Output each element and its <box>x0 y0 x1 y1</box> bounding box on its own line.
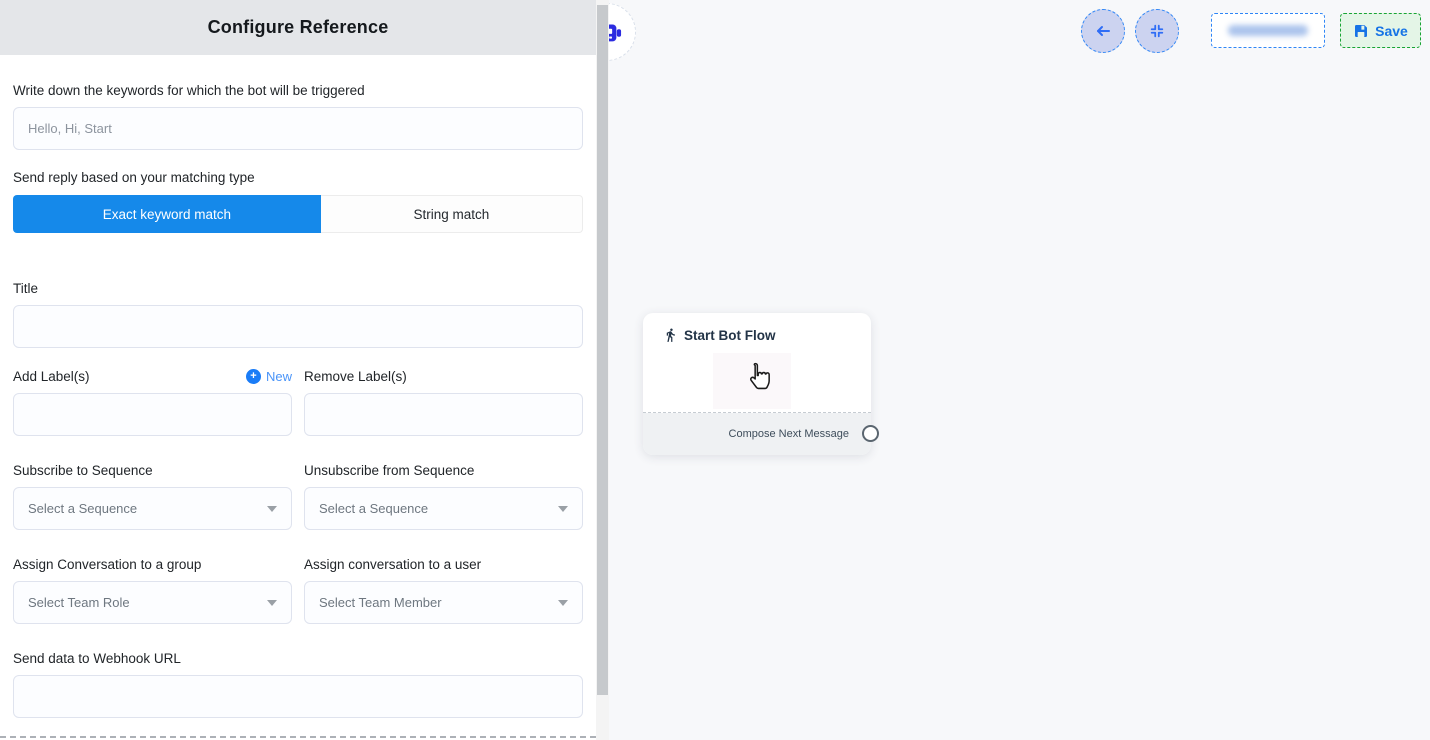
assign-group-label: Assign Conversation to a group <box>13 556 292 573</box>
robot-icon <box>609 17 622 47</box>
flow-canvas[interactable]: Save Start Bot Flow Compose Next Message <box>609 0 1430 740</box>
add-labels-label: Add Label(s) <box>13 368 90 385</box>
title-input[interactable] <box>13 305 583 348</box>
remove-labels-label: Remove Label(s) <box>304 368 407 385</box>
assign-user-value: Select Team Member <box>319 595 442 610</box>
chevron-down-icon <box>267 506 277 512</box>
remove-labels-col: Remove Label(s) <box>304 368 583 436</box>
panel-scrollbar-thumb[interactable] <box>597 5 608 695</box>
matching-type-tabs: Exact keyword match String match <box>13 195 583 233</box>
unsubscribe-sequence-label: Unsubscribe from Sequence <box>304 462 583 479</box>
chevron-down-icon <box>558 600 568 606</box>
blurred-button[interactable] <box>1211 13 1325 48</box>
fit-view-icon <box>1149 23 1165 39</box>
hand-cursor-icon <box>745 360 773 394</box>
save-button[interactable]: Save <box>1340 13 1421 48</box>
back-button[interactable] <box>1081 9 1125 53</box>
assign-group-select[interactable]: Select Team Role <box>13 581 292 624</box>
subscribe-sequence-select[interactable]: Select a Sequence <box>13 487 292 530</box>
keywords-label: Write down the keywords for which the bo… <box>13 82 583 99</box>
unsubscribe-sequence-value: Select a Sequence <box>319 501 428 516</box>
walking-person-icon <box>663 327 678 343</box>
webhook-label: Send data to Webhook URL <box>13 650 583 667</box>
tab-string-match[interactable]: String match <box>321 195 583 233</box>
assign-user-select[interactable]: Select Team Member <box>304 581 583 624</box>
webhook-input[interactable] <box>13 675 583 718</box>
node-header: Start Bot Flow <box>643 313 871 343</box>
add-labels-col: Add Label(s) + New <box>13 368 292 436</box>
plus-circle-icon: + <box>246 369 261 384</box>
start-bot-flow-node[interactable]: Start Bot Flow Compose Next Message <box>643 313 871 455</box>
assign-row: Assign Conversation to a group Select Te… <box>13 556 583 624</box>
matching-type-label: Send reply based on your matching type <box>13 169 583 186</box>
node-title: Start Bot Flow <box>684 328 776 343</box>
panel-body: Write down the keywords for which the bo… <box>0 82 596 718</box>
save-button-label: Save <box>1375 23 1408 39</box>
new-label-text: New <box>266 369 292 384</box>
chevron-down-icon <box>558 506 568 512</box>
node-footer: Compose Next Message <box>643 413 871 455</box>
new-label-button[interactable]: + New <box>246 369 292 384</box>
assign-group-value: Select Team Role <box>28 595 130 610</box>
keywords-input[interactable] <box>13 107 583 150</box>
add-labels-input[interactable] <box>13 393 292 436</box>
panel-bottom-dashed-divider <box>0 736 596 738</box>
title-label: Title <box>13 280 583 297</box>
node-output-handle[interactable] <box>862 425 879 442</box>
remove-labels-input[interactable] <box>304 393 583 436</box>
app-root: Configure Reference Write down the keywo… <box>0 0 1430 740</box>
configure-panel: Configure Reference Write down the keywo… <box>0 0 596 740</box>
panel-scrollbar[interactable] <box>596 0 609 740</box>
subscribe-sequence-label: Subscribe to Sequence <box>13 462 292 479</box>
sequence-row: Subscribe to Sequence Select a Sequence … <box>13 462 583 530</box>
labels-row: Add Label(s) + New Remove Label(s) <box>13 368 583 436</box>
page-title: Configure Reference <box>208 17 389 38</box>
chevron-down-icon <box>267 600 277 606</box>
compose-next-message-label: Compose Next Message <box>729 428 849 440</box>
subscribe-sequence-value: Select a Sequence <box>28 501 137 516</box>
fit-view-button[interactable] <box>1135 9 1179 53</box>
arrow-left-icon <box>1094 22 1112 40</box>
redacted-label <box>1228 25 1308 36</box>
unsubscribe-sequence-select[interactable]: Select a Sequence <box>304 487 583 530</box>
assign-user-label: Assign conversation to a user <box>304 556 583 573</box>
bot-badge[interactable] <box>609 3 636 61</box>
panel-header: Configure Reference <box>0 0 596 55</box>
tab-exact-keyword-match[interactable]: Exact keyword match <box>13 195 321 233</box>
save-icon <box>1353 23 1369 39</box>
